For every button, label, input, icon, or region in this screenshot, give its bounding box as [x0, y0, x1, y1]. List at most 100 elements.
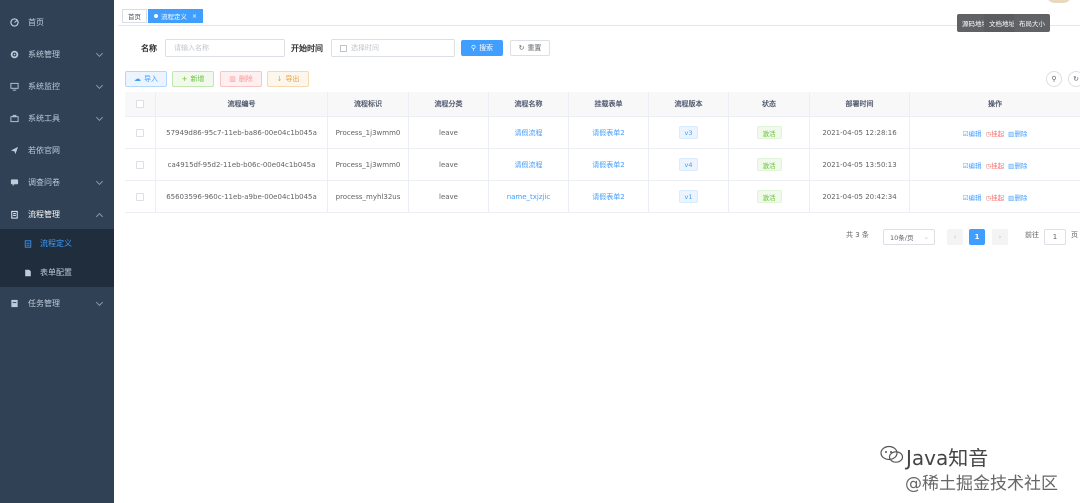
add-button[interactable]: + 新增 — [172, 71, 214, 87]
upload-icon: ☁ — [134, 75, 141, 83]
sidebar-item-tools[interactable]: 系统工具 — [0, 104, 114, 133]
column-header: 状态 — [729, 92, 810, 116]
sidebar-item-home[interactable]: 首页 — [0, 8, 114, 37]
process-name-link[interactable]: name_txjzjic — [507, 193, 551, 201]
delete-button[interactable]: ▥ 删除 — [220, 71, 262, 87]
prev-page-button[interactable]: ‹ — [947, 229, 963, 245]
chevron-down-icon — [95, 113, 104, 122]
import-button[interactable]: ☁ 导入 — [125, 71, 167, 87]
form-link[interactable]: 请假表单2 — [592, 192, 624, 202]
cell-key: process_myhl32us — [328, 181, 409, 212]
form-link[interactable]: 请假表单2 — [592, 128, 624, 138]
search-icon: ⚲ — [1051, 75, 1057, 83]
cell-time: 2021-04-05 12:28:16 — [810, 117, 910, 148]
time-label: 开始时间 — [291, 44, 323, 53]
column-header: 流程名称 — [489, 92, 569, 116]
dashboard-icon — [10, 18, 19, 27]
row-delete-button[interactable]: ▥删除 — [1008, 160, 1027, 170]
cell-key: Process_1j3wmm0 — [328, 117, 409, 148]
sidebar-item-label: 流程管理 — [28, 210, 60, 219]
sidebar-item-website[interactable]: 若依官网 — [0, 136, 114, 165]
cell-name: name_txjzjic — [489, 181, 569, 212]
name-input[interactable]: 请输入名称 — [165, 39, 285, 57]
sidebar-item-label: 任务管理 — [28, 299, 60, 308]
row-checkbox-cell — [125, 181, 156, 212]
reset-button[interactable]: ↻ 重置 — [510, 40, 550, 56]
column-header: 操作 — [988, 100, 1002, 108]
chevron-down-icon — [95, 298, 104, 307]
tags-view: 首页 流程定义 × — [118, 6, 1080, 26]
row-checkbox[interactable] — [136, 160, 144, 169]
cell-id: ca4915df-95d2-11eb-b06c-00e04c1b045a — [156, 149, 328, 180]
process-name-link[interactable]: 请假流程 — [515, 160, 543, 170]
button-label: 导出 — [285, 75, 300, 83]
page-size-select[interactable]: 10条/页 ⌄ — [883, 229, 935, 245]
column-header: 流程分类 — [409, 92, 489, 116]
row-checkbox[interactable] — [136, 192, 144, 201]
goto-page-input[interactable]: 1 — [1044, 229, 1066, 245]
cell-time: 2021-04-05 13:50:13 — [810, 149, 910, 180]
next-page-button[interactable]: › — [992, 229, 1008, 245]
column-header: 流程标识 — [328, 92, 409, 116]
page-1-button[interactable]: 1 — [969, 229, 985, 245]
cell-id: 57949d86-95c7-11eb-ba86-00e04c1b045a — [156, 117, 328, 148]
op-label: 编辑 — [968, 193, 982, 202]
tag-label: 首页 — [128, 13, 141, 21]
op-label: 编辑 — [968, 129, 982, 138]
sidebar-item-form-config[interactable]: 表单配置 — [0, 258, 114, 287]
refresh-button[interactable]: ↻ — [1068, 71, 1080, 87]
sidebar-item-system[interactable]: 系统管理 — [0, 40, 114, 69]
sidebar-item-label: 表单配置 — [40, 268, 72, 277]
toggle-search-button[interactable]: ⚲ — [1046, 71, 1062, 87]
sidebar-item-survey[interactable]: 调查问卷 — [0, 168, 114, 197]
sidebar-item-tasks[interactable]: 任务管理 — [0, 289, 114, 318]
chevron-down-icon — [95, 177, 104, 186]
edit-button[interactable]: ☑编辑 — [963, 128, 982, 138]
row-checkbox[interactable] — [136, 128, 144, 137]
cell-id: 65603596-960c-11eb-a9be-00e04c1b045a — [156, 181, 328, 212]
cell-form: 请假表单2 — [569, 181, 649, 212]
chevron-up-icon — [95, 212, 104, 221]
edit-button[interactable]: ☑编辑 — [963, 192, 982, 202]
sidebar-item-process[interactable]: 流程管理 — [0, 200, 114, 229]
sidebar-item-monitor[interactable]: 系统监控 — [0, 72, 114, 101]
tooltip-layout: 布局大小 — [1014, 14, 1050, 32]
row-delete-button[interactable]: ▥删除 — [1008, 192, 1027, 202]
cell-time: 2021-04-05 20:42:34 — [810, 181, 910, 212]
suspend-button[interactable]: ◷挂起 — [986, 192, 1005, 202]
avatar[interactable] — [1046, 0, 1072, 3]
op-label: 删除 — [1014, 161, 1028, 170]
sidebar: 首页 系统管理 系统监控 系统工具 若依官网 调查问卷 流程管理 流程定义 表单… — [0, 0, 114, 503]
tag-home[interactable]: 首页 — [122, 9, 147, 23]
edit-button[interactable]: ☑编辑 — [963, 160, 982, 170]
search-button[interactable]: ⚲ 搜索 — [461, 40, 503, 56]
cell-form: 请假表单2 — [569, 117, 649, 148]
cell-category: leave — [409, 117, 489, 148]
status-badge: 激活 — [756, 158, 782, 171]
cell-version: v1 — [649, 181, 729, 212]
op-label: 删除 — [1014, 129, 1028, 138]
header-checkbox-cell — [125, 92, 156, 116]
suspend-button[interactable]: ◷挂起 — [986, 128, 1005, 138]
table-row: 57949d86-95c7-11eb-ba86-00e04c1b045a Pro… — [125, 117, 1080, 149]
time-input[interactable]: 选择时间 — [331, 39, 455, 57]
suspend-button[interactable]: ◷挂起 — [986, 160, 1005, 170]
row-delete-button[interactable]: ▥删除 — [1008, 128, 1027, 138]
table-row: 65603596-960c-11eb-a9be-00e04c1b045a pro… — [125, 181, 1080, 213]
wechat-logo-icon — [880, 445, 904, 463]
column-header: 流程版本 — [649, 92, 729, 116]
form-icon — [24, 239, 32, 248]
cell-status: 激活 — [729, 117, 810, 148]
cell-category: leave — [409, 149, 489, 180]
close-icon[interactable]: × — [192, 13, 197, 20]
goto-label: 前往 — [1025, 231, 1039, 239]
form-link[interactable]: 请假表单2 — [592, 160, 624, 170]
process-name-link[interactable]: 请假流程 — [515, 128, 543, 138]
select-all-checkbox[interactable] — [136, 100, 144, 108]
table-header: 流程编号 流程标识 流程分类 流程名称 挂载表单 流程版本 状态 部署时间 操作 — [125, 92, 1080, 117]
version-badge: v1 — [678, 190, 699, 203]
tag-process-definition[interactable]: 流程定义 × — [148, 9, 204, 23]
export-button[interactable]: ↓ 导出 — [267, 71, 309, 87]
sidebar-item-process-definition[interactable]: 流程定义 — [0, 229, 114, 258]
chevron-left-icon: ‹ — [953, 233, 957, 241]
